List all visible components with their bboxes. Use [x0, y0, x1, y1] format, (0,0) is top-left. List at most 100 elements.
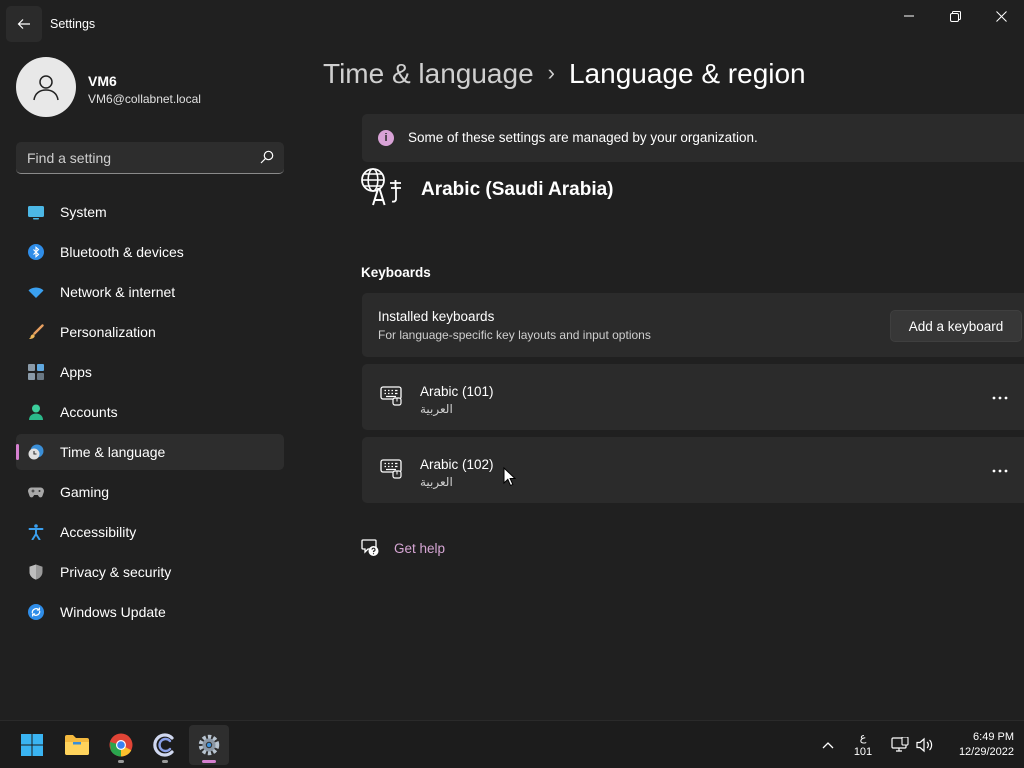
chevron-up-icon: [822, 742, 834, 749]
file-explorer-button[interactable]: [57, 725, 97, 765]
taskbar-clock[interactable]: 6:49 PM 12/29/2022: [944, 730, 1014, 760]
sidebar-item-label: Apps: [60, 364, 92, 380]
running-indicator: [118, 760, 124, 763]
volume-button[interactable]: [912, 721, 938, 768]
more-options-button[interactable]: [980, 382, 1020, 414]
sidebar-item-label: System: [60, 204, 107, 220]
help-chat-icon: [361, 539, 379, 556]
keyboard-item[interactable]: Arabic (101) العربية: [362, 364, 1024, 430]
banner-text: Some of these settings are managed by yo…: [408, 130, 758, 145]
sidebar-item-windows-update[interactable]: Windows Update: [16, 594, 284, 630]
close-icon: [995, 10, 1007, 22]
breadcrumb-parent[interactable]: Time & language: [323, 58, 534, 89]
sidebar-item-time-language[interactable]: Time & language: [16, 434, 284, 470]
mouse-cursor-icon: [503, 467, 516, 487]
maximize-button[interactable]: [932, 0, 978, 32]
settings-taskbar-button[interactable]: [189, 725, 229, 765]
clock-globe-icon: [28, 444, 44, 460]
minimize-button[interactable]: [886, 0, 932, 32]
sidebar-item-system[interactable]: System: [16, 194, 284, 230]
add-keyboard-button[interactable]: Add a keyboard: [890, 310, 1022, 342]
sidebar-item-label: Accessibility: [60, 524, 137, 540]
keyboard-icon: [380, 459, 402, 479]
input-indicator[interactable]: ع 101: [852, 731, 874, 759]
get-help-link[interactable]: Get help: [361, 538, 445, 558]
person-icon: [29, 404, 43, 420]
minimize-icon: [904, 15, 914, 17]
restore-icon: [949, 10, 961, 22]
brush-icon: [29, 324, 44, 339]
update-icon: [28, 604, 44, 620]
sidebar-item-label: Accounts: [60, 404, 118, 420]
sidebar-item-bluetooth[interactable]: Bluetooth & devices: [16, 234, 284, 270]
search-box[interactable]: [16, 142, 284, 174]
more-icon: [992, 396, 1008, 400]
settings-icon: [198, 734, 220, 756]
gamepad-icon: [28, 487, 44, 498]
info-icon: i: [378, 130, 394, 146]
search-icon[interactable]: [260, 150, 274, 164]
sidebar-item-privacy[interactable]: Privacy & security: [16, 554, 284, 590]
taskbar: ع 101 6:49 PM 12/29/2022: [0, 720, 1024, 768]
installed-keyboards-title: Installed keyboards: [378, 309, 495, 324]
active-indicator: [202, 760, 216, 763]
more-icon: [992, 469, 1008, 473]
sidebar-item-accessibility[interactable]: Accessibility: [16, 514, 284, 550]
sidebar-item-label: Personalization: [60, 324, 156, 340]
keyboard-native-name: العربية: [420, 475, 453, 489]
get-help-label: Get help: [394, 541, 446, 556]
clock-date: 12/29/2022: [958, 746, 1014, 758]
keyboard-native-name: العربية: [420, 402, 453, 416]
language-icon: [361, 168, 401, 206]
back-button[interactable]: [6, 6, 42, 42]
sidebar-item-label: Network & internet: [60, 284, 176, 300]
installed-keyboards-subtitle: For language-specific key layouts and in…: [378, 328, 651, 342]
chevron-right-icon: ›: [547, 60, 555, 85]
user-name: VM6: [88, 73, 117, 89]
show-hidden-icons-button[interactable]: [816, 721, 840, 768]
user-email: VM6@collabnet.local: [88, 92, 201, 106]
network-status-button[interactable]: [888, 721, 912, 768]
installed-keyboards-card: Installed keyboards For language-specifi…: [362, 293, 1024, 357]
volume-icon: [916, 737, 933, 753]
app-title: Settings: [50, 17, 96, 31]
sidebar-item-personalization[interactable]: Personalization: [16, 314, 284, 350]
person-icon: [33, 75, 59, 101]
ime-language: ع: [859, 732, 867, 744]
close-button[interactable]: [978, 0, 1024, 32]
start-button[interactable]: [12, 725, 52, 765]
clock-time: 6:49 PM: [973, 731, 1014, 743]
more-options-button[interactable]: [980, 455, 1020, 487]
keyboard-name: Arabic (101): [420, 384, 494, 399]
monitor-icon: [28, 206, 44, 220]
sidebar-item-label: Windows Update: [60, 604, 166, 620]
sidebar-item-label: Gaming: [60, 484, 110, 500]
sidebar-item-accounts[interactable]: Accounts: [16, 394, 284, 430]
wifi-icon: [28, 287, 44, 298]
keyboard-item[interactable]: Arabic (102) العربية: [362, 437, 1024, 503]
back-arrow-icon: [17, 19, 30, 29]
title-bar: Settings: [0, 0, 1024, 48]
shield-icon: [29, 564, 43, 580]
keyboard-name: Arabic (102): [420, 457, 494, 472]
bluetooth-icon: [28, 244, 44, 260]
keyboard-icon: [380, 386, 402, 406]
keyboards-section-title: Keyboards: [361, 265, 431, 280]
sidebar-item-gaming[interactable]: Gaming: [16, 474, 284, 510]
apps-icon: [28, 364, 44, 380]
search-input[interactable]: [16, 142, 252, 173]
start-icon: [21, 734, 43, 756]
collabnet-app-icon: [153, 733, 174, 757]
sidebar-item-label: Bluetooth & devices: [60, 244, 184, 260]
sidebar-item-label: Time & language: [60, 444, 166, 460]
collabnet-app-button[interactable]: [145, 725, 185, 765]
sidebar-item-apps[interactable]: Apps: [16, 354, 284, 390]
chrome-button[interactable]: [101, 725, 141, 765]
language-name: Arabic (Saudi Arabia): [421, 179, 614, 200]
sidebar-item-network[interactable]: Network & internet: [16, 274, 284, 310]
accessibility-icon: [28, 524, 44, 540]
running-indicator: [162, 760, 168, 763]
ime-layout: 101: [853, 746, 873, 758]
managed-banner: i Some of these settings are managed by …: [362, 114, 1024, 162]
avatar[interactable]: [16, 57, 76, 117]
